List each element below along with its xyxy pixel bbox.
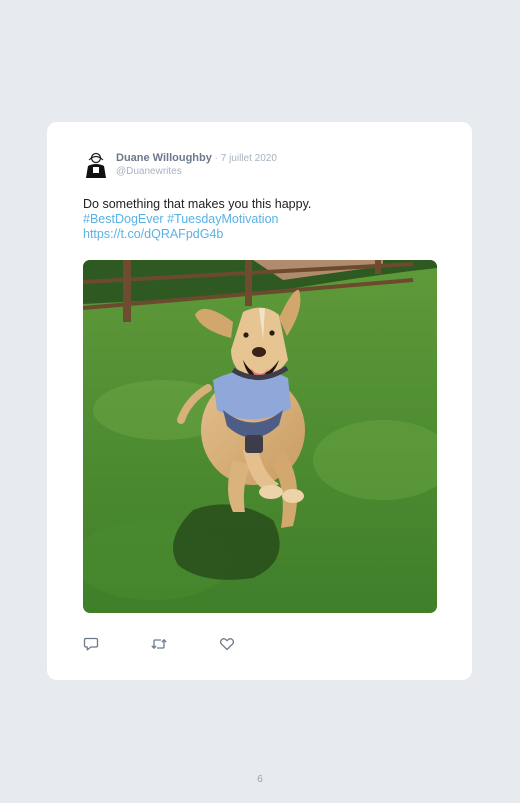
- dog-photo-illustration: [83, 260, 437, 613]
- like-button[interactable]: [219, 636, 235, 652]
- tweet-card: Duane Willoughby · 7 juillet 2020 @Duane…: [47, 122, 472, 680]
- tweet-text: Do something that makes you this happy. …: [83, 197, 453, 242]
- author-handle[interactable]: @Duanewrites: [116, 166, 182, 177]
- tweet-photo[interactable]: [83, 260, 437, 613]
- author-name[interactable]: Duane Willoughby: [116, 152, 212, 164]
- reply-icon: [83, 637, 99, 651]
- author-line: Duane Willoughby · 7 juillet 2020: [116, 152, 277, 164]
- avatar[interactable]: [83, 151, 109, 179]
- tweet-body: Do something that makes you this happy.: [83, 197, 312, 211]
- tweet-date[interactable]: 7 juillet 2020: [221, 153, 277, 164]
- page-number: 6: [257, 774, 263, 785]
- tweet-url-link[interactable]: https://t.co/dQRAFpdG4b: [83, 227, 453, 242]
- date-separator: ·: [211, 153, 221, 164]
- hashtags-link[interactable]: #BestDogEver #TuesdayMotivation: [83, 212, 453, 227]
- reply-button[interactable]: [83, 636, 99, 652]
- retweet-button[interactable]: [150, 636, 168, 652]
- retweet-icon: [151, 638, 167, 650]
- like-icon: [219, 638, 235, 651]
